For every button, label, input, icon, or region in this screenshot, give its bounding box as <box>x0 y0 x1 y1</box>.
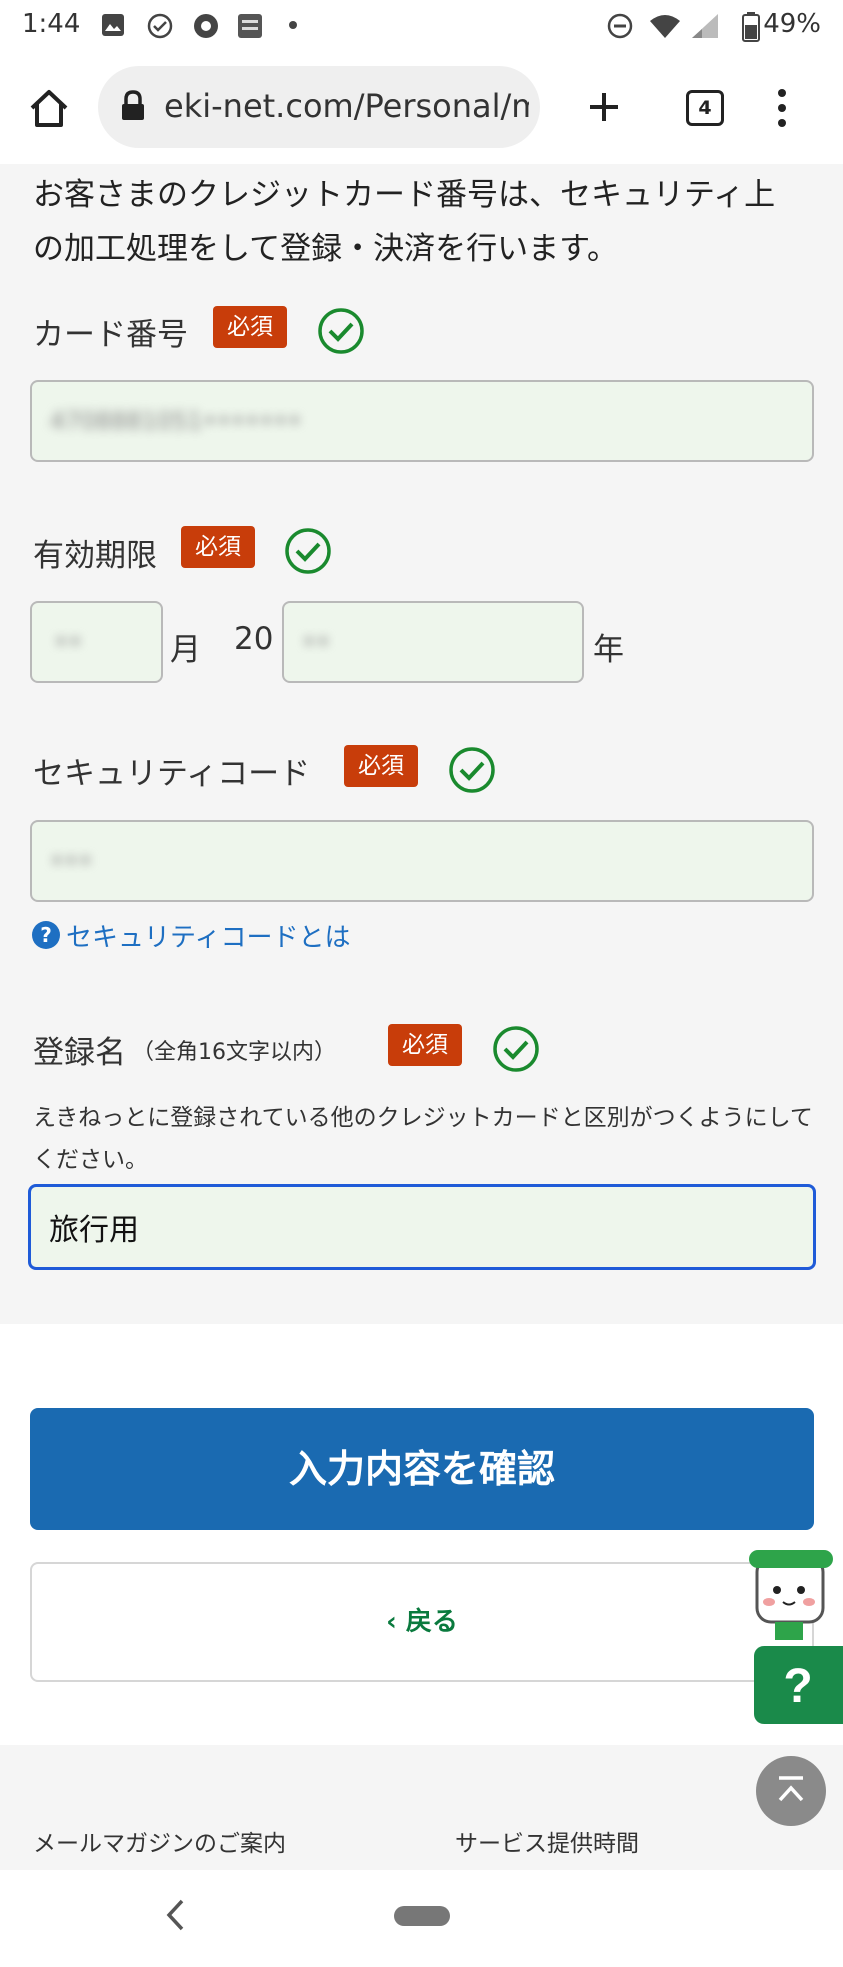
browser-toolbar: eki-net.com/Personal/me 4 <box>0 52 843 164</box>
url-text[interactable]: eki-net.com/Personal/me <box>164 87 529 125</box>
valid-check-icon <box>318 308 364 354</box>
required-badge: 必須 <box>344 745 418 787</box>
expiry-month-value: •• <box>54 628 83 656</box>
home-icon[interactable] <box>28 88 70 128</box>
wifi-icon <box>650 15 680 38</box>
back-button-label: 戻る <box>405 1607 458 1637</box>
dot-icon <box>289 21 297 29</box>
svg-text:?: ? <box>783 1660 812 1713</box>
year-prefix-label: 20 <box>234 621 274 657</box>
back-button[interactable]: ‹ 戻る <box>30 1562 814 1682</box>
question-mark-icon: ? <box>783 1660 812 1713</box>
security-code-input[interactable]: ••• <box>30 820 814 902</box>
arrow-up-icon <box>778 1776 804 1802</box>
registration-name-input[interactable]: 旅行用 <box>28 1184 816 1270</box>
form-intro-text: お客さまのクレジットカード番号は、セキュリティ上の加工処理をして登録・決済を行い… <box>33 177 776 267</box>
system-nav-bar <box>0 1870 843 1967</box>
help-button[interactable]: ? <box>754 1646 843 1724</box>
required-badge: 必須 <box>213 306 287 348</box>
image-icon <box>102 14 124 36</box>
chrome-icon <box>194 14 218 38</box>
help-circle-icon[interactable]: ? <box>32 921 60 949</box>
confirm-button[interactable]: 入力内容を確認 <box>30 1408 814 1530</box>
lock-icon[interactable] <box>120 90 146 122</box>
registration-name-value: 旅行用 <box>49 1213 139 1248</box>
valid-check-icon <box>493 1026 539 1072</box>
back-nav-icon[interactable] <box>164 1898 186 1932</box>
address-bar[interactable]: eki-net.com/Personal/me <box>98 66 540 148</box>
app-icon <box>238 14 262 38</box>
expiry-year-input[interactable]: •• <box>282 601 584 683</box>
scroll-top-button[interactable] <box>756 1756 826 1826</box>
card-number-input[interactable]: 4708881051••••••• <box>30 380 814 462</box>
registration-name-label: 登録名 <box>33 1035 126 1071</box>
battery-level: 49% <box>763 9 821 39</box>
registration-name-description: えきねっとに登録されている他のクレジットカードと区別がつくようにしてください。 <box>33 1105 813 1173</box>
expiry-label: 有効期限 <box>33 538 157 574</box>
footer-link-service-hours[interactable]: サービス提供時間 <box>455 1824 639 1858</box>
chevron-left-icon: ‹ <box>386 1607 406 1637</box>
battery-icon <box>742 12 760 42</box>
required-badge: 必須 <box>388 1024 462 1066</box>
card-number-value: 4708881051••••••• <box>50 407 302 435</box>
footer: メールマガジンのご案内 サービス提供時間 <box>0 1745 843 1870</box>
security-code-help-link[interactable]: セキュリティコードとは <box>66 917 350 954</box>
year-unit-label: 年 <box>593 632 624 668</box>
security-code-label: セキュリティコード <box>33 756 311 792</box>
home-pill[interactable] <box>394 1906 450 1926</box>
mascot-icon[interactable] <box>735 1540 840 1650</box>
card-number-label: カード番号 <box>33 317 188 353</box>
status-bar: 1:44 49% <box>0 0 843 52</box>
expiry-year-value: •• <box>302 628 331 656</box>
required-badge: 必須 <box>181 526 255 568</box>
valid-check-icon <box>449 747 495 793</box>
dnd-icon <box>607 13 633 39</box>
expiry-month-input[interactable]: •• <box>30 601 163 683</box>
valid-check-icon <box>285 528 331 574</box>
security-code-value: ••• <box>50 847 93 875</box>
credit-card-form: お客さまのクレジットカード番号は、セキュリティ上の加工処理をして登録・決済を行い… <box>0 164 843 1324</box>
footer-link-mail-magazine[interactable]: メールマガジンのご案内 <box>33 1824 286 1858</box>
month-unit-label: 月 <box>170 632 201 668</box>
tab-switcher-button[interactable]: 4 <box>686 90 724 126</box>
new-tab-icon[interactable] <box>586 89 622 125</box>
more-menu-icon[interactable] <box>776 88 788 128</box>
signal-icon <box>692 14 718 38</box>
check-circle-icon <box>147 13 173 39</box>
status-time: 1:44 <box>22 9 81 39</box>
registration-name-note: （全角16文字以内） <box>132 1040 336 1065</box>
